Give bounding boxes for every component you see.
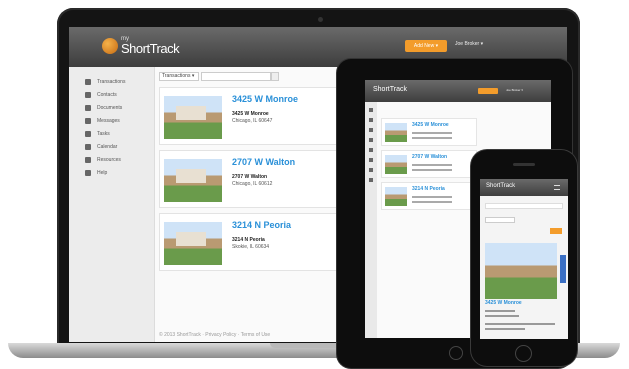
phone-screen: ShortTrack 3425 W Monroe [480, 179, 568, 339]
text-line [412, 196, 452, 198]
listing-street: 3214 N Peoria [232, 237, 265, 243]
sidebar-item-messages[interactable]: Messages [69, 114, 154, 127]
add-new-button[interactable]: Add New ▾ [405, 40, 447, 52]
phone-transactions-select[interactable] [485, 217, 515, 223]
logo-text: my ShortTrack [121, 36, 180, 56]
filter-bar: Transactions ▾ [159, 72, 279, 81]
phone-speaker [513, 163, 535, 166]
house-photo[interactable] [385, 187, 407, 206]
listing-card[interactable]: 3425 W Monroe 3425 W Monroe Chicago, IL … [159, 87, 341, 145]
text-line [485, 315, 519, 317]
tablet-listing-card[interactable]: 2707 W Walton [381, 150, 477, 178]
tablet-logo[interactable]: ShortTrack [373, 86, 407, 93]
sidebar-item-label: Calendar [97, 143, 118, 150]
house-photo[interactable] [485, 243, 557, 299]
listing-city: Skokie, IL 60634 [232, 244, 270, 250]
tablet-header: ShortTrack Joe Broker ▾ [365, 80, 551, 102]
search-button[interactable] [271, 72, 279, 81]
phone-logo[interactable]: ShortTrack [486, 183, 515, 189]
phone-header: ShortTrack [480, 179, 568, 196]
text-line [485, 328, 525, 330]
hamburger-menu-icon[interactable] [554, 185, 560, 190]
checkbox-icon[interactable] [369, 148, 373, 152]
document-icon [85, 104, 91, 111]
camera-icon [318, 17, 323, 22]
tablet-sidebar [365, 102, 377, 338]
footer: © 2013 ShortTrack · Privacy Policy · Ter… [159, 332, 271, 338]
envelope-icon [85, 117, 91, 124]
text-line [412, 169, 452, 171]
tablet-listing-card[interactable]: 3214 N Peoria [381, 182, 477, 210]
listing-address-link[interactable]: 2707 W Walton [232, 157, 295, 167]
listing-city: Chicago, IL 60647 [232, 118, 273, 124]
listing-card[interactable]: 3214 N Peoria 3214 N Peoria Skokie, IL 6… [159, 213, 341, 271]
document-icon[interactable] [369, 128, 373, 132]
tablet-listing-address[interactable]: 3214 N Peoria [412, 186, 445, 192]
listing-address-link[interactable]: 3214 N Peoria [232, 220, 291, 230]
person-icon[interactable] [369, 118, 373, 122]
sidebar-item-label: Transactions [97, 78, 126, 85]
phone-listing-address[interactable]: 3425 W Monroe [485, 300, 522, 306]
tablet-user-menu[interactable]: Joe Broker ▾ [506, 88, 523, 92]
text-line [412, 132, 452, 134]
tablet-home-button [449, 346, 463, 360]
folder-icon [85, 78, 91, 85]
search-input[interactable] [201, 72, 271, 81]
text-line [485, 310, 515, 312]
house-photo[interactable] [164, 159, 222, 202]
sidebar-item-label: Contacts [97, 91, 117, 98]
folder-icon[interactable] [369, 108, 373, 112]
person-icon [85, 91, 91, 98]
logo-big-text: ShortTrack [121, 41, 180, 56]
sidebar-item-contacts[interactable]: Contacts [69, 88, 154, 101]
text-line [412, 137, 452, 139]
transactions-select[interactable]: Transactions ▾ [159, 72, 199, 81]
book-icon [85, 156, 91, 163]
sidebar-item-help[interactable]: Help [69, 166, 154, 179]
tablet-add-button[interactable] [478, 88, 498, 94]
text-line [412, 201, 452, 203]
house-photo[interactable] [164, 96, 222, 139]
sidebar: Transactions Contacts Documents Messages… [69, 67, 155, 342]
phone-add-button[interactable] [550, 228, 562, 234]
calendar-icon[interactable] [369, 158, 373, 162]
sidebar-item-label: Help [97, 169, 108, 176]
house-photo[interactable] [385, 155, 407, 174]
sidebar-item-label: Resources [97, 156, 121, 163]
text-line [412, 164, 452, 166]
listing-card[interactable]: 2707 W Walton 2707 W Walton Chicago, IL … [159, 150, 341, 208]
tablet-listing-address[interactable]: 3425 W Monroe [412, 122, 449, 128]
book-icon[interactable] [369, 168, 373, 172]
calendar-icon [85, 143, 91, 150]
text-line [485, 323, 555, 325]
house-photo[interactable] [164, 222, 222, 265]
sidebar-item-label: Messages [97, 117, 120, 124]
listing-street: 3425 W Monroe [232, 111, 269, 117]
sidebar-item-tasks[interactable]: Tasks [69, 127, 154, 140]
listing-street: 2707 W Walton [232, 174, 268, 180]
tablet-listing-address[interactable]: 2707 W Walton [412, 154, 447, 160]
phone-search-input[interactable] [485, 203, 563, 209]
sidebar-item-label: Tasks [97, 130, 110, 137]
envelope-icon[interactable] [369, 138, 373, 142]
sidebar-item-calendar[interactable]: Calendar [69, 140, 154, 153]
house-photo[interactable] [385, 123, 407, 142]
sidebar-item-resources[interactable]: Resources [69, 153, 154, 166]
device-mockup: my ShortTrack Add New ▾ Joe Broker ▾ Tra… [0, 0, 629, 369]
sidebar-item-documents[interactable]: Documents [69, 101, 154, 114]
listing-address-link[interactable]: 3425 W Monroe [232, 94, 298, 104]
user-menu[interactable]: Joe Broker ▾ [455, 41, 483, 47]
logo[interactable]: my ShortTrack [102, 36, 180, 56]
help-icon [85, 169, 91, 176]
checkbox-icon [85, 130, 91, 137]
sidebar-item-transactions[interactable]: Transactions [69, 75, 154, 88]
sidebar-item-label: Documents [97, 104, 123, 111]
listing-city: Chicago, IL 60612 [232, 181, 273, 187]
help-icon[interactable] [369, 178, 373, 182]
logo-mark-icon [102, 37, 118, 54]
phone-home-button [515, 345, 532, 362]
tablet-listing-card[interactable]: 3425 W Monroe [381, 118, 477, 146]
feedback-tab[interactable] [560, 255, 566, 283]
